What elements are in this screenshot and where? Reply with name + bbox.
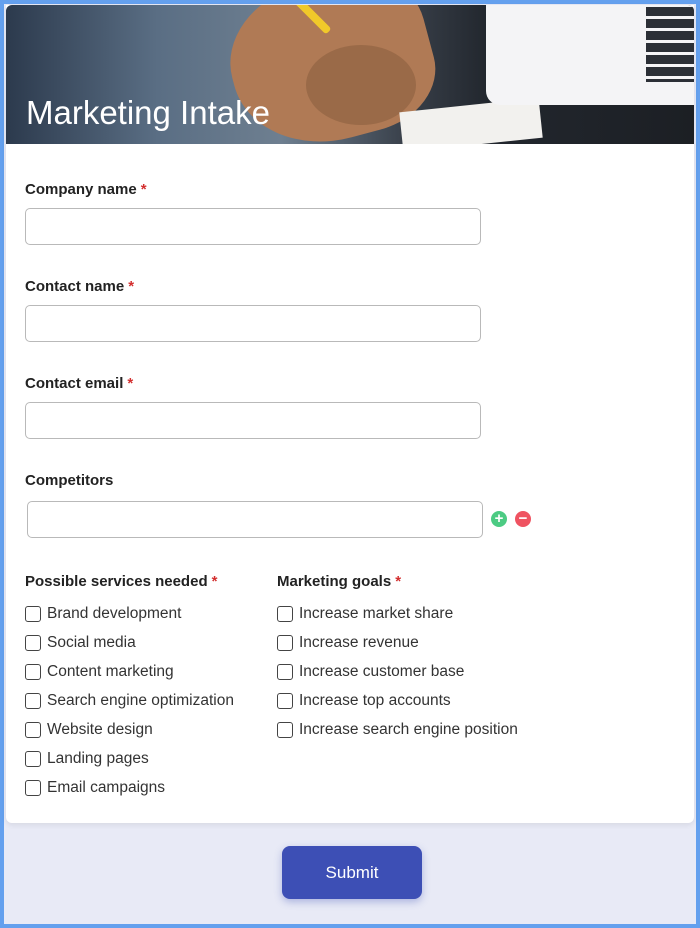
checkbox-label: Website design [47,720,153,738]
company-name-label-text: Company name [25,181,137,198]
form-header: Marketing Intake [6,5,694,144]
contact-name-label-text: Contact name [25,278,125,295]
company-name-input[interactable] [25,208,481,245]
competitors-input[interactable] [27,501,483,538]
checkbox-label: Increase customer base [299,662,465,680]
checkbox-option[interactable]: Increase top accounts [277,686,518,715]
contact-email-input[interactable] [25,402,481,439]
submit-button[interactable]: Submit [282,846,422,899]
checkbox[interactable] [25,605,41,622]
services-label-text: Possible services needed [25,573,208,590]
checkbox-label: Email campaigns [47,778,166,796]
goals-label: Marketing goals * [277,573,518,593]
contact-email-label-text: Contact email [25,375,124,392]
goals-label-text: Marketing goals [277,573,392,590]
checkbox[interactable] [277,634,293,651]
checkbox-option[interactable]: Increase search engine position [277,715,518,744]
required-mark: * [140,181,147,198]
checkbox-option[interactable]: Social media [25,628,234,657]
checkbox-label: Content marketing [47,662,174,680]
header-photo-keyboard [646,7,694,82]
required-mark: * [211,573,218,590]
checkbox[interactable] [277,663,293,680]
checkbox-option[interactable]: Increase market share [277,599,518,628]
checkbox[interactable] [25,634,41,651]
checkbox-label: Brand development [47,604,182,622]
contact-email-label: Contact email * [25,375,133,392]
checkbox-label: Increase market share [299,604,454,622]
checkbox-label: Increase search engine position [299,720,518,738]
checkbox[interactable] [277,721,293,738]
minus-circle-icon[interactable]: − [515,511,531,527]
services-group: Possible services needed * Brand developm… [25,573,234,802]
contact-name-label: Contact name * [25,278,134,295]
required-mark: * [395,573,402,590]
checkbox-label: Increase top accounts [299,691,451,709]
checkbox[interactable] [25,721,41,738]
services-options: Brand development Social media Content mar… [25,599,234,802]
contact-name-input[interactable] [25,305,481,342]
checkbox-option[interactable]: Email campaigns [25,773,234,802]
form-card: Marketing Intake Company name * Contact n… [6,5,694,823]
checkbox[interactable] [25,663,41,680]
form-title: Marketing Intake [26,94,270,131]
checkbox-option[interactable]: Landing pages [25,744,234,773]
checkbox[interactable] [25,750,41,767]
checkbox-label: Landing pages [47,749,149,767]
checkbox-option[interactable]: Increase revenue [277,628,518,657]
checkbox-label: Increase revenue [299,633,419,651]
required-mark: * [127,375,134,392]
checkbox[interactable] [277,605,293,622]
checkbox[interactable] [277,692,293,709]
checkbox[interactable] [25,779,41,796]
competitors-label-text: Competitors [25,472,114,489]
checkbox-label: Social media [47,633,136,651]
checkbox-option[interactable]: Brand development [25,599,234,628]
plus-circle-icon[interactable]: + [491,511,507,527]
competitors-label: Competitors [25,472,113,489]
required-mark: * [128,278,135,295]
company-name-label: Company name * [25,181,147,198]
goals-group: Marketing goals * Increase market share In… [277,573,518,744]
checkbox-option[interactable]: Search engine optimization [25,686,234,715]
checkbox-option[interactable]: Increase customer base [277,657,518,686]
checkbox-option[interactable]: Content marketing [25,657,234,686]
checkbox-label: Search engine optimization [47,691,234,709]
checkbox[interactable] [25,692,41,709]
services-label: Possible services needed * [25,573,234,593]
checkbox-option[interactable]: Website design [25,715,234,744]
goals-options: Increase market share Increase revenue Inc… [277,599,518,744]
